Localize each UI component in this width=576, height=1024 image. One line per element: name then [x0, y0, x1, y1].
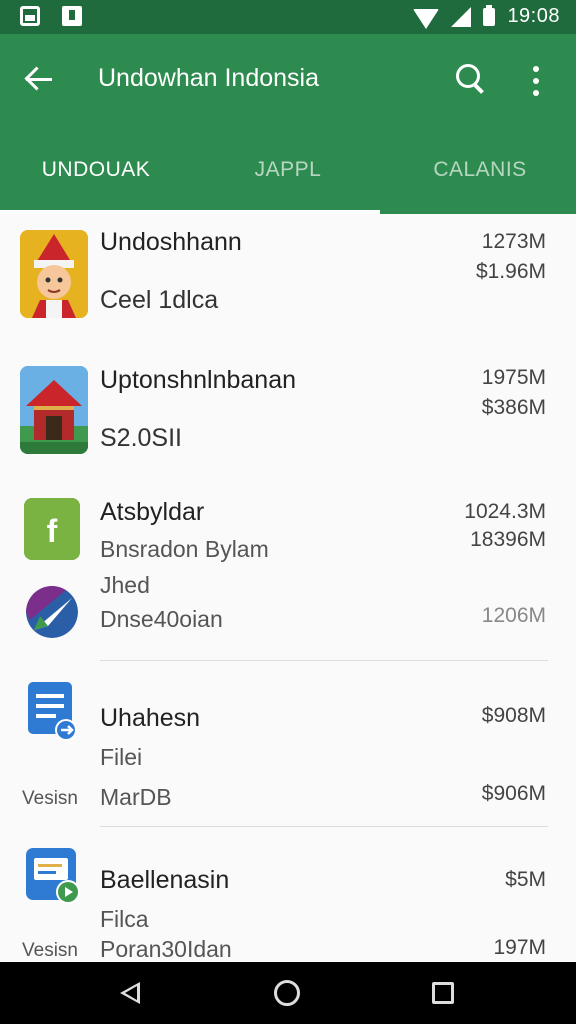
item-value-primary: 1024.3M	[464, 500, 546, 523]
item-line3: MarDB	[100, 784, 172, 810]
document-icon	[26, 680, 78, 742]
search-icon[interactable]	[454, 62, 488, 96]
item-value-secondary: 18396M	[470, 528, 546, 551]
item-value-secondary: $386M	[481, 396, 546, 419]
slides-icon	[26, 846, 80, 906]
back-arrow-icon[interactable]	[24, 64, 56, 96]
nav-back-icon[interactable]	[120, 982, 140, 1004]
more-vert-icon[interactable]	[526, 64, 546, 98]
compass-icon	[26, 586, 78, 638]
status-bar: 19:08	[0, 0, 576, 34]
tab-jappl[interactable]: JAPPL	[192, 126, 384, 214]
list-item[interactable]: Uhahesn Filei Vesisn MarDB $908M $906M	[0, 672, 576, 822]
item-subtitle: Filei	[100, 744, 143, 770]
nav-home-icon[interactable]	[274, 980, 300, 1006]
tab-calanis[interactable]: CALANIS	[384, 126, 576, 214]
item-value-secondary: $906M	[481, 782, 546, 805]
wifi-icon	[413, 8, 440, 29]
tab-bar: UNDOUAK JAPPL CALANIS	[0, 126, 576, 214]
item-value-tertiary: 1206M	[481, 604, 546, 627]
character-icon	[20, 230, 88, 318]
item-side-label: Vesisn	[22, 788, 78, 809]
item-value-primary: $5M	[505, 868, 546, 891]
tab-undouak[interactable]: UNDOUAK	[0, 126, 192, 214]
item-subtitle: S2.0SII	[100, 424, 182, 452]
item-value-primary: 1975M	[481, 366, 546, 389]
divider	[100, 826, 548, 827]
book-notification-icon	[62, 6, 82, 26]
battery-icon	[483, 4, 496, 26]
item-title: Undoshhann	[100, 228, 242, 256]
item-line3: Poran30Idan	[100, 936, 232, 962]
signal-icon	[451, 6, 472, 27]
clock: 19:08	[507, 5, 560, 27]
item-side-label: Vesisn	[22, 940, 78, 961]
navigation-bar	[0, 962, 576, 1024]
item-title: Baellenasin	[100, 866, 230, 894]
item-value-secondary: $1.96M	[475, 260, 546, 283]
item-subtitle: Bnsradon Bylam	[100, 536, 269, 562]
app-bar: Undowhan Indonsia	[0, 34, 576, 126]
house-icon	[20, 366, 88, 454]
item-subtitle: Filca	[100, 906, 149, 932]
image-notification-icon	[20, 6, 40, 26]
item-value-primary: 1273M	[481, 230, 546, 253]
item-line4: Dnse40oian	[100, 606, 223, 632]
item-value-primary: $908M	[481, 704, 546, 727]
app-list[interactable]: Undoshhann Ceel 1dlca 1273M $1.96M Upton…	[0, 214, 576, 962]
item-value-secondary: 197M	[493, 936, 546, 959]
page-title: Undowhan Indonsia	[98, 64, 319, 92]
item-title: Uptonshnlnbanan	[100, 366, 296, 394]
item-line3: Jhed	[100, 572, 150, 598]
svg-text:f: f	[47, 513, 58, 549]
list-item[interactable]: Uptonshnlnbanan S2.0SII 1975M $386M	[0, 354, 576, 484]
list-item[interactable]: f Atsbyldar Bnsradon Bylam Jhed Dnse40oi…	[0, 486, 576, 658]
list-item[interactable]: Baellenasin Filca Vesisn Poran30Idan $5M…	[0, 836, 576, 962]
item-title: Uhahesn	[100, 704, 201, 732]
item-subtitle: Ceel 1dlca	[100, 286, 219, 314]
list-item[interactable]: Undoshhann Ceel 1dlca 1273M $1.96M	[0, 214, 576, 344]
nav-recents-icon[interactable]	[432, 982, 454, 1004]
item-title: Atsbyldar	[100, 498, 205, 526]
divider	[100, 660, 548, 661]
f-app-icon: f	[24, 498, 80, 560]
